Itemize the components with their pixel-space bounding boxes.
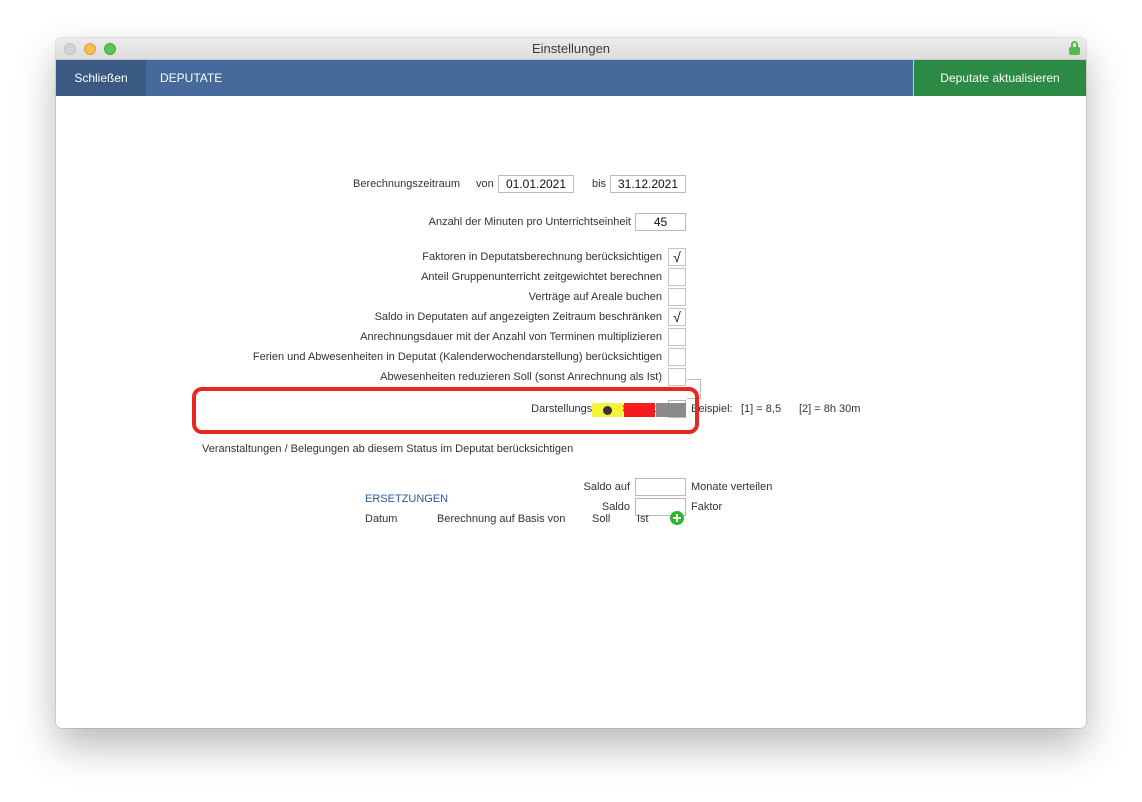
minutes-field[interactable]: 45 (635, 213, 686, 231)
saldo-factor-suffix: Faktor (691, 501, 723, 513)
lock-icon (1069, 41, 1080, 55)
toolbar: Schließen DEPUTATE Deputate aktualisiere… (56, 60, 1086, 96)
period-label: Berechnungszeitraum (353, 178, 461, 190)
period-to-field[interactable]: 31.12.2021 (610, 175, 686, 193)
period-from-field[interactable]: 01.01.2021 (498, 175, 574, 193)
selected-status-icon (603, 406, 612, 415)
minutes-label: Anzahl der Minuten pro Unterrichtseinhei… (428, 216, 631, 228)
option-label: Anteil Gruppenunterricht zeitgewichtet b… (421, 271, 662, 283)
period-from-label: von (476, 178, 494, 190)
option-multiply-appointments-checkbox[interactable] (668, 328, 686, 346)
status-setting-label: Veranstaltungen / Belegungen ab diesem S… (202, 443, 574, 455)
example-2-text: [2] = 8h 30m (799, 403, 861, 415)
update-deputate-button[interactable]: Deputate aktualisieren (913, 60, 1086, 96)
column-header: Soll (592, 513, 611, 525)
option-absences-reduce-checkbox[interactable] (668, 368, 686, 386)
column-header: Berechnung auf Basis von (437, 513, 566, 525)
option-saldo-range-checkbox[interactable]: √ (668, 308, 686, 326)
saldo-auf-label: Saldo auf (583, 481, 630, 493)
close-button[interactable]: Schließen (56, 60, 146, 96)
status-yellow-swatch[interactable] (592, 403, 623, 417)
option-label: Abwesenheiten reduzieren Soll (sonst Anr… (380, 371, 662, 383)
example-1-text: [1] = 8,5 (741, 403, 782, 415)
option-label: Faktoren in Deputatsberechnung berücksic… (422, 251, 662, 263)
option-label: Anrechnungsdauer mit der Anzahl von Term… (360, 331, 662, 343)
add-replacement-icon[interactable] (670, 511, 684, 525)
column-header: Ist (637, 513, 649, 525)
status-red-swatch[interactable] (624, 403, 655, 417)
saldo-months-suffix: Monate verteilen (691, 481, 773, 493)
ersetzungen-title: ERSETZUNGEN (365, 493, 449, 505)
option-factors-checkbox[interactable]: √ (668, 248, 686, 266)
option-label: Ferien und Abwesenheiten in Deputat (Kal… (252, 351, 662, 363)
settings-form: Berechnungszeitraum von 01.01.2021 bis 3… (56, 96, 1086, 728)
status-gray-swatch[interactable] (656, 403, 686, 417)
saldo-label: Saldo (601, 501, 630, 513)
window-title: Einstellungen (531, 41, 611, 56)
settings-window: Einstellungen Schließen DEPUTATE Deputat… (56, 38, 1086, 728)
option-label: Verträge auf Areale buchen (528, 291, 662, 303)
column-header: Datum (365, 513, 398, 525)
option-group-lessons-checkbox[interactable] (668, 268, 686, 286)
saldo-months-field[interactable] (635, 478, 686, 496)
option-label: Saldo in Deputaten auf angezeigten Zeitr… (374, 311, 662, 323)
period-to-label: bis (592, 178, 607, 190)
option-holidays-checkbox[interactable] (668, 348, 686, 366)
option-areas-checkbox[interactable] (668, 288, 686, 306)
title-bar: Einstellungen (56, 38, 1086, 60)
tab-deputate[interactable]: DEPUTATE (160, 60, 222, 96)
